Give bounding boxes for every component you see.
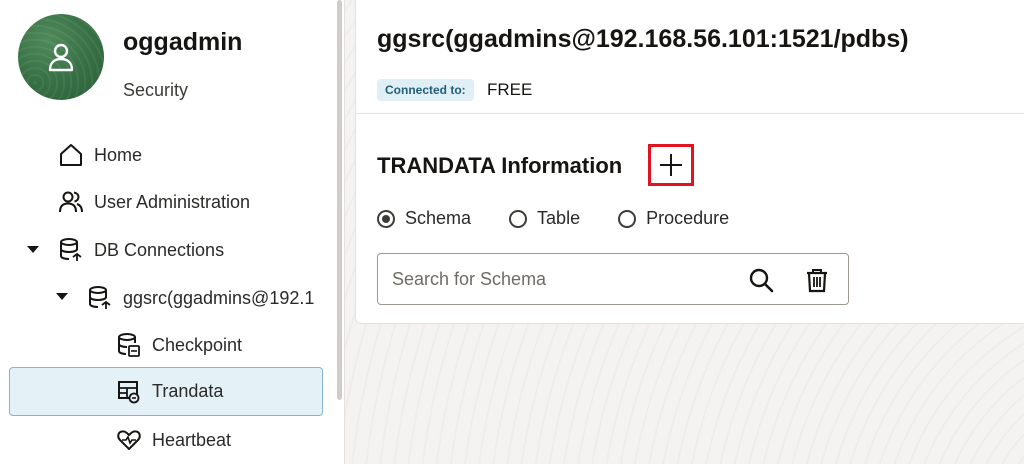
home-icon (58, 142, 84, 168)
radio-procedure[interactable]: Procedure (618, 208, 729, 229)
trandata-icon (116, 379, 142, 405)
nav-item-heartbeat-label: Heartbeat (152, 429, 232, 450)
user-name: oggadmin (123, 28, 243, 56)
radio-table[interactable]: Table (509, 208, 580, 229)
nav-item-trandata[interactable]: Trandata (9, 367, 323, 416)
trash-icon[interactable] (803, 266, 831, 294)
nav-item-db-connections-label: DB Connections (94, 239, 225, 260)
radio-procedure-indicator[interactable] (618, 209, 637, 228)
radio-procedure-label: Procedure (646, 208, 730, 228)
sidebar-scrollbar[interactable] (337, 0, 342, 400)
nav-item-home-label: Home (94, 144, 143, 165)
user-icon (48, 43, 74, 72)
users-icon (58, 189, 84, 215)
nav-item-heartbeat[interactable]: Heartbeat (116, 420, 231, 460)
nav-item-home[interactable]: Home (58, 135, 142, 175)
nav-item-trandata-label: Trandata (152, 381, 224, 401)
nav-item-connection[interactable]: ggsrc(ggadmins@192.1 (87, 278, 314, 318)
radio-table-label: Table (537, 208, 581, 228)
connection-title: ggsrc(ggadmins@192.168.56.101:1521/pdbs) (377, 25, 909, 53)
nav-item-user-administration-label: User Administration (94, 191, 251, 212)
trandata-card: ggsrc(ggadmins@192.168.56.101:1521/pdbs)… (355, 0, 1024, 324)
schema-search-input[interactable] (392, 254, 722, 304)
section-title: TRANDATA Information (377, 153, 623, 178)
heartbeat-icon (116, 427, 142, 453)
checkpoint-icon (116, 332, 142, 358)
connected-to-badge: Connected to: (377, 79, 474, 101)
database-icon (87, 285, 113, 311)
database-icon (58, 237, 84, 263)
connected-to-value: FREE (487, 80, 533, 99)
radio-schema-indicator[interactable] (377, 209, 395, 228)
nav-item-db-connections[interactable]: DB Connections (58, 230, 224, 270)
nav-item-checkpoint-label: Checkpoint (152, 334, 243, 355)
card-divider (356, 113, 1024, 114)
add-trandata-button[interactable] (648, 144, 694, 186)
main-content: ggsrc(ggadmins@192.168.56.101:1521/pdbs)… (345, 0, 1024, 464)
avatar (18, 14, 104, 100)
user-role: Security (123, 80, 189, 100)
radio-schema[interactable]: Schema (377, 208, 471, 229)
search-icon[interactable] (747, 266, 775, 294)
radio-schema-label: Schema (405, 208, 472, 228)
db-connections-caret-icon[interactable] (27, 246, 39, 253)
object-type-radio-group: Schema Table Procedure (377, 208, 767, 229)
radio-table-indicator[interactable] (509, 209, 528, 228)
nav-item-checkpoint[interactable]: Checkpoint (116, 325, 242, 365)
plus-icon (660, 154, 682, 176)
nav-item-connection-label: ggsrc(ggadmins@192.1 (123, 287, 315, 308)
sidebar: oggadmin Security Home User Administrati… (0, 0, 335, 464)
nav-item-user-administration[interactable]: User Administration (58, 182, 250, 222)
schema-search-box (377, 253, 849, 305)
connection-caret-icon[interactable] (56, 293, 68, 300)
